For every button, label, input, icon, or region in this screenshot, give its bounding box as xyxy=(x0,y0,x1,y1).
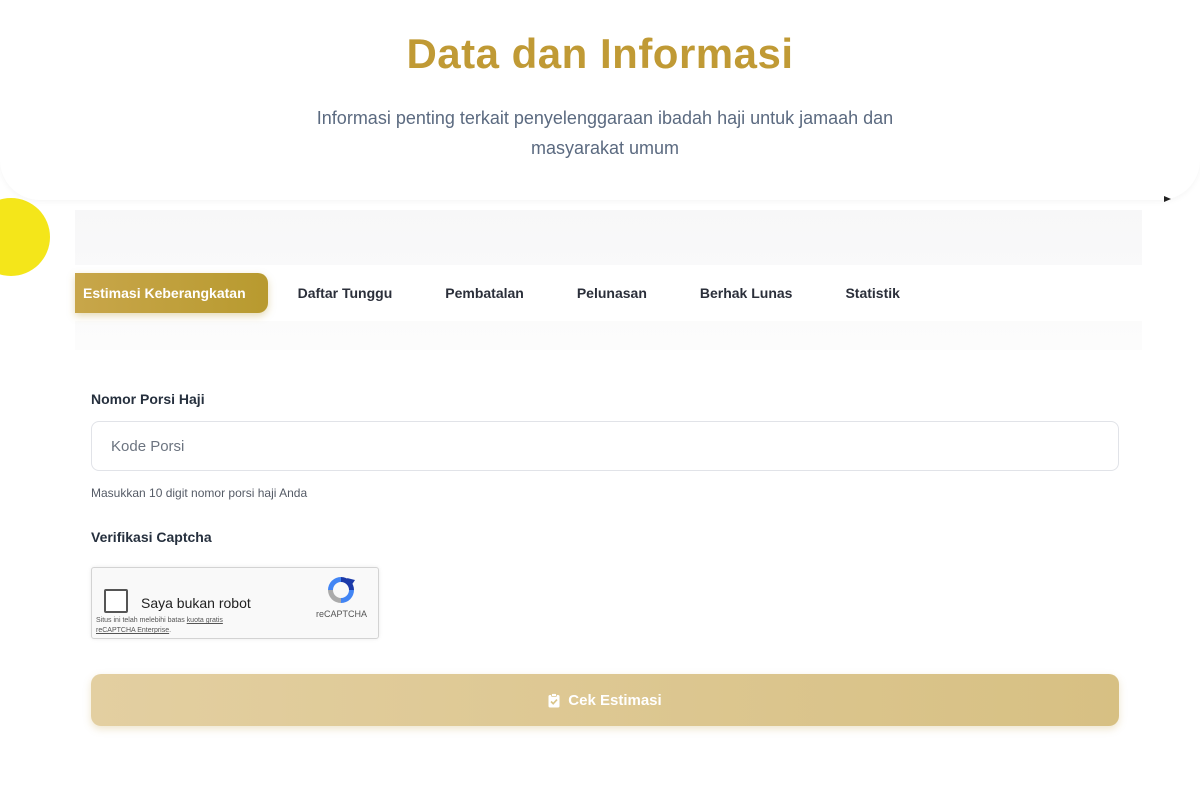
cek-estimasi-button[interactable]: Cek Estimasi xyxy=(91,674,1119,726)
recaptcha-quota-note: Situs ini telah melebihi batas kuota gra… xyxy=(96,616,266,636)
tab-berhak-lunas[interactable]: Berhak Lunas xyxy=(690,273,803,313)
page-title: Data dan Informasi xyxy=(406,30,794,77)
recaptcha-logo-icon xyxy=(328,577,355,603)
decorative-arrow-icon xyxy=(1164,196,1171,202)
recaptcha-checkbox-label: Saya bukan robot xyxy=(141,595,251,611)
porsi-input[interactable] xyxy=(91,421,1119,471)
recaptcha-enterprise-link[interactable]: reCAPTCHA Enterprise xyxy=(96,627,169,634)
recaptcha-quota-link[interactable]: kuota gratis xyxy=(187,617,223,624)
recaptcha-brand: reCAPTCHA xyxy=(316,609,368,619)
tab-pembatalan[interactable]: Pembatalan xyxy=(435,273,534,313)
tab-pelunasan[interactable]: Pelunasan xyxy=(567,273,657,313)
tab-estimasi-keberangkatan[interactable]: Estimasi Keberangkatan xyxy=(75,273,268,313)
recaptcha-checkbox[interactable] xyxy=(104,589,128,613)
tab-bar: Estimasi Keberangkatan Daftar Tunggu Pem… xyxy=(75,265,1142,321)
cek-estimasi-label: Cek Estimasi xyxy=(568,691,662,709)
decorative-yellow-circle xyxy=(0,198,50,276)
tab-statistik[interactable]: Statistik xyxy=(835,273,909,313)
tab-daftar-tunggu[interactable]: Daftar Tunggu xyxy=(288,273,403,313)
recaptcha-note-suffix: . xyxy=(169,627,172,634)
recaptcha-widget: Saya bukan robot Situs ini telah melebih… xyxy=(91,567,379,639)
recaptcha-note-text: Situs ini telah melebihi batas xyxy=(96,617,187,624)
page-subtitle: Informasi penting terkait penyelenggaraa… xyxy=(316,108,894,158)
captcha-field-label: Verifikasi Captcha xyxy=(91,529,212,545)
hero-section: Data dan Informasi Informasi penting ter… xyxy=(0,0,1200,200)
porsi-field-label: Nomor Porsi Haji xyxy=(91,391,205,407)
clipboard-check-icon xyxy=(548,692,560,707)
porsi-hint: Masukkan 10 digit nomor porsi haji Anda xyxy=(91,486,308,500)
